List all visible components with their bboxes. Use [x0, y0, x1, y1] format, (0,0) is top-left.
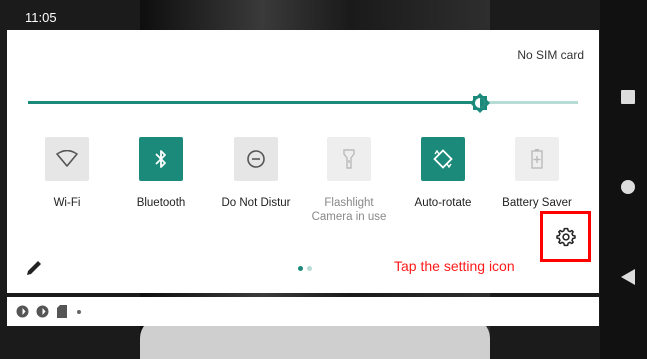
more-dot-icon	[77, 310, 81, 314]
auto-rotate-tile-button[interactable]	[421, 137, 465, 181]
brightness-slider-track[interactable]	[488, 101, 578, 104]
sd-card-icon	[57, 305, 67, 318]
bluetooth-tile-button[interactable]	[139, 137, 183, 181]
tile-bluetooth[interactable]: Bluetooth	[116, 137, 206, 257]
tile-wifi[interactable]: Wi-Fi	[22, 137, 112, 257]
page-indicator-active	[298, 266, 303, 271]
battery-saver-tile-button[interactable]	[515, 137, 559, 181]
tile-do-not-disturb[interactable]: Do Not Distur	[211, 137, 301, 257]
tile-auto-rotate[interactable]: Auto-rotate	[398, 137, 488, 257]
tile-label: Bluetooth	[136, 197, 186, 209]
brightness-slider-fill[interactable]	[28, 101, 488, 104]
status-time: 11:05	[25, 10, 57, 25]
status-bar: 11:05	[0, 0, 600, 30]
tile-label: Battery Saver	[502, 197, 572, 209]
battery-saver-icon	[531, 149, 543, 169]
sim-status: No SIM card	[517, 48, 584, 62]
status-icon	[36, 305, 49, 318]
tile-sublabel: Camera in use	[311, 211, 387, 223]
status-icon	[16, 305, 29, 318]
dnd-tile-button[interactable]	[234, 137, 278, 181]
wifi-tile-button[interactable]	[45, 137, 89, 181]
tile-label: Do Not Distur	[221, 197, 291, 209]
annotation-text: Tap the setting icon	[394, 258, 515, 274]
recents-icon[interactable]	[621, 90, 635, 104]
gear-icon	[555, 227, 576, 246]
flashlight-icon	[343, 149, 355, 169]
quick-settings-panel: No SIM card Wi-Fi Bluetooth Do Not Distu…	[7, 30, 599, 293]
back-icon[interactable]	[620, 268, 636, 286]
settings-button[interactable]	[540, 211, 591, 262]
brightness-icon[interactable]	[469, 92, 491, 114]
tile-label: Flashlight	[324, 197, 374, 209]
page-indicator-inactive	[307, 266, 312, 271]
edit-pencil-icon[interactable]	[24, 258, 44, 278]
notification-bar[interactable]	[7, 297, 599, 326]
flashlight-tile-button[interactable]	[327, 137, 371, 181]
tile-label: Auto-rotate	[414, 197, 472, 209]
tile-flashlight[interactable]: Flashlight Camera in use	[304, 137, 394, 257]
navigation-bar	[600, 0, 647, 359]
auto-rotate-icon	[433, 149, 453, 169]
do-not-disturb-icon	[247, 150, 265, 168]
tile-label: Wi-Fi	[53, 197, 81, 209]
bluetooth-icon	[155, 150, 166, 168]
home-icon[interactable]	[621, 180, 635, 194]
wifi-icon	[56, 150, 78, 167]
